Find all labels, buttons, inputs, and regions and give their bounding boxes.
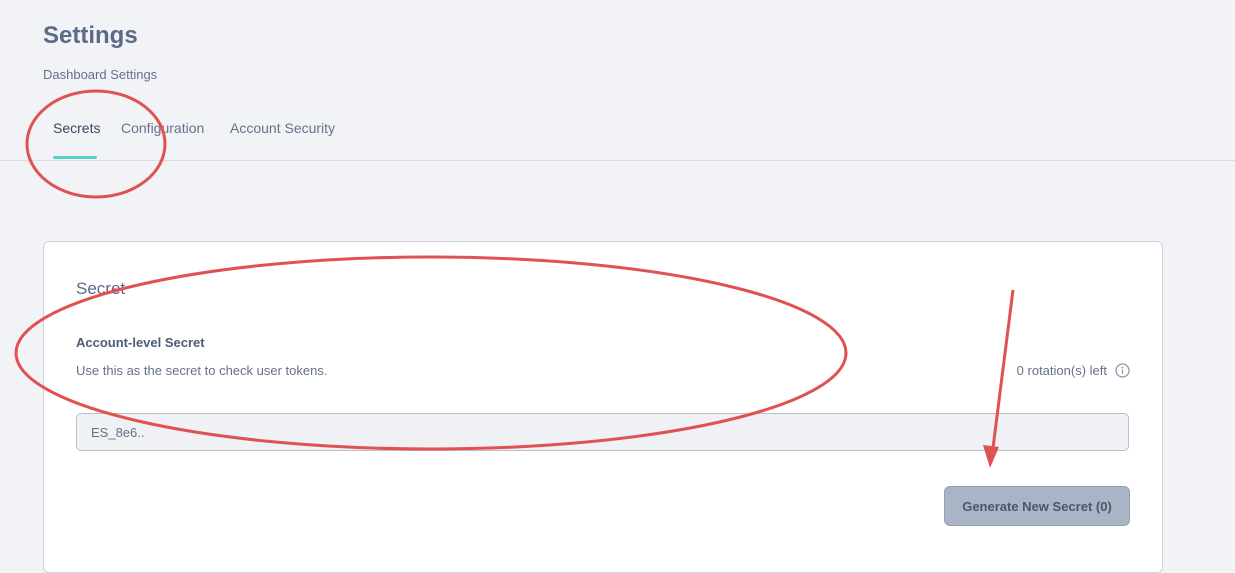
rotations-left-text: 0 rotation(s) left	[1016, 363, 1107, 378]
page-title: Settings	[43, 22, 138, 49]
page-subtitle: Dashboard Settings	[43, 67, 158, 82]
account-level-secret-label: Account-level Secret	[76, 335, 205, 350]
info-icon[interactable]	[1115, 363, 1130, 378]
tab-account-security[interactable]: Account Security	[230, 119, 335, 137]
active-tab-indicator	[53, 156, 97, 159]
secret-value-field[interactable]	[76, 413, 1129, 451]
secret-card: Secret Account-level Secret Use this as …	[43, 241, 1163, 573]
tab-secrets[interactable]: Secrets	[53, 119, 100, 137]
secret-description: Use this as the secret to check user tok…	[76, 363, 328, 378]
generate-new-secret-button[interactable]: Generate New Secret (0)	[944, 486, 1130, 526]
card-title: Secret	[76, 279, 126, 298]
tab-configuration[interactable]: Configuration	[121, 119, 204, 137]
settings-tabs: Secrets Configuration Account Security	[0, 108, 1235, 161]
